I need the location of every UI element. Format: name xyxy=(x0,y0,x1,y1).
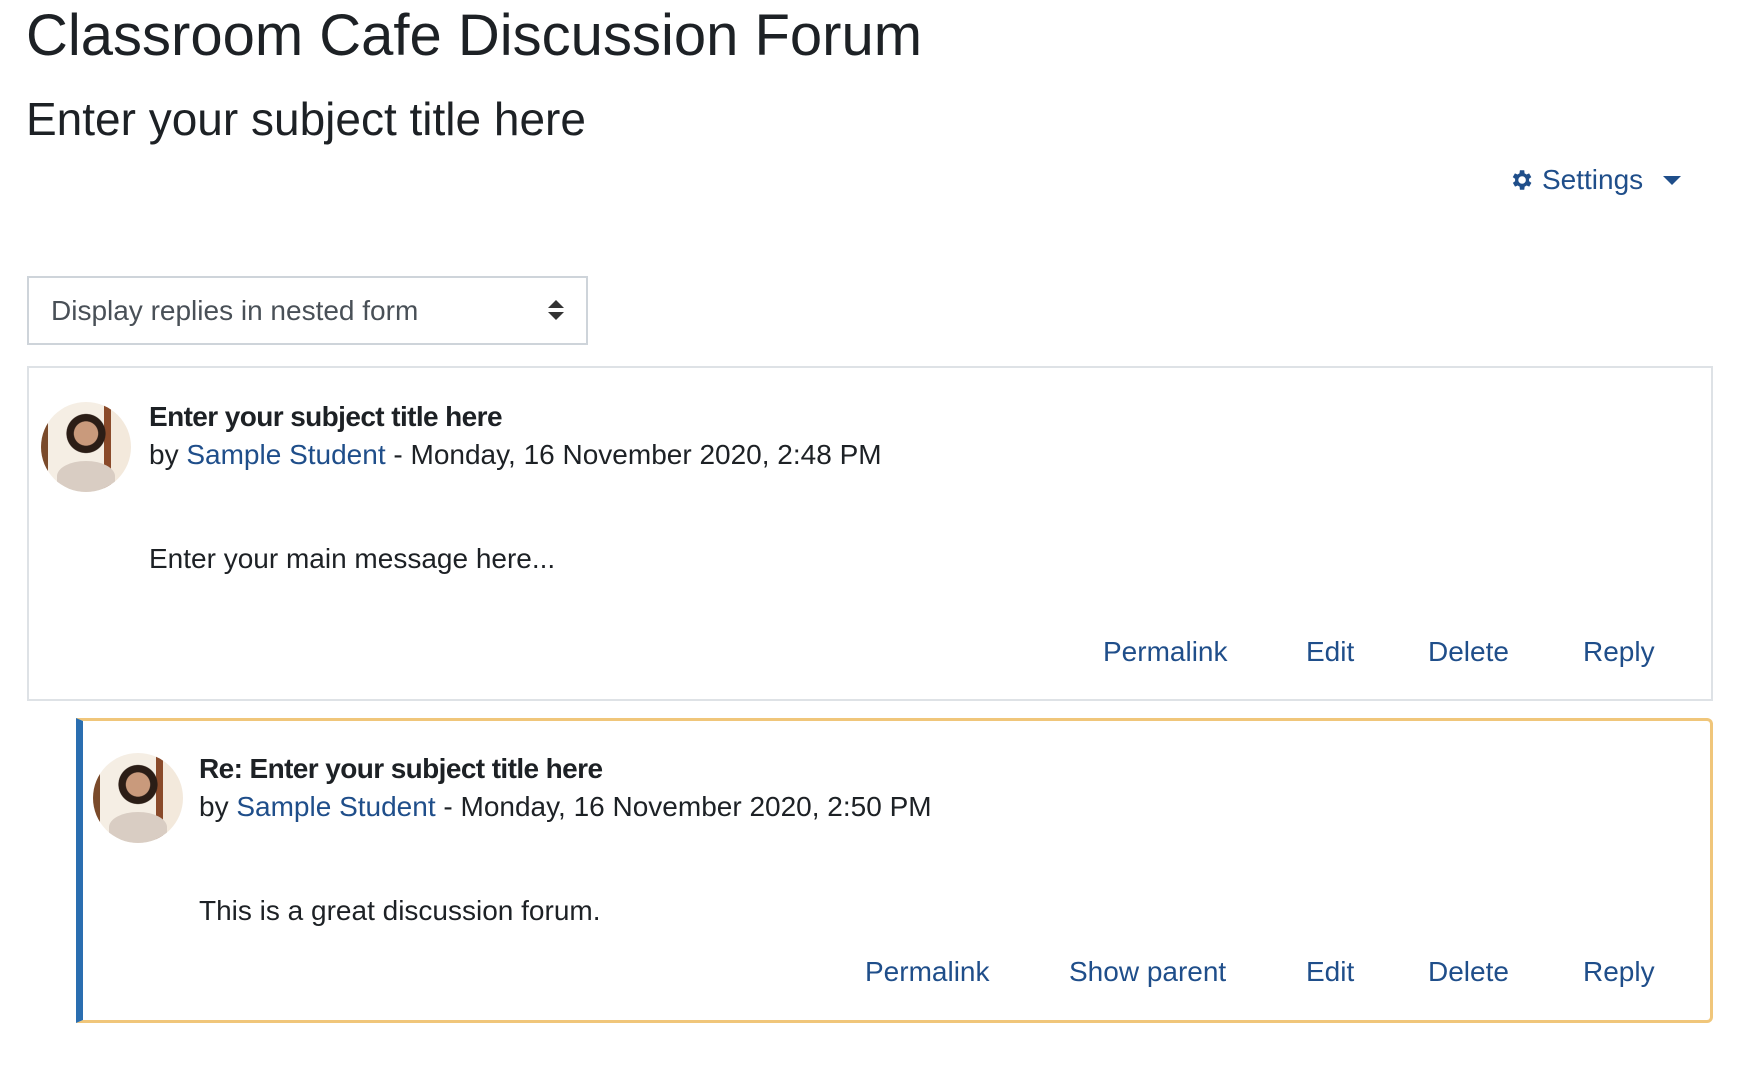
permalink-link[interactable]: Permalink xyxy=(1103,636,1227,668)
discussion-title: Enter your subject title here xyxy=(26,93,586,145)
reply-link[interactable]: Reply xyxy=(1583,956,1655,988)
select-arrows-icon xyxy=(548,300,564,320)
author-link[interactable]: Sample Student xyxy=(236,791,435,822)
post-date: - Monday, 16 November 2020, 2:48 PM xyxy=(393,439,882,470)
by-label: by xyxy=(199,791,229,822)
settings-label: Settings xyxy=(1542,164,1644,195)
avatar[interactable] xyxy=(93,753,183,843)
delete-link[interactable]: Delete xyxy=(1428,636,1509,668)
post-message: This is a great discussion forum. xyxy=(199,895,601,926)
display-mode-select[interactable]: Display replies in nested form xyxy=(27,276,588,345)
post-date: - Monday, 16 November 2020, 2:50 PM xyxy=(443,791,932,822)
delete-link[interactable]: Delete xyxy=(1428,956,1509,988)
post-subject: Enter your subject title here xyxy=(149,401,503,432)
avatar[interactable] xyxy=(41,402,131,492)
page-title: Classroom Cafe Discussion Forum xyxy=(26,3,923,68)
gear-icon xyxy=(1512,170,1532,190)
display-mode-value: Display replies in nested form xyxy=(51,294,419,326)
post-message: Enter your main message here... xyxy=(149,543,556,574)
author-link[interactable]: Sample Student xyxy=(186,439,385,470)
caret-down-icon xyxy=(1663,175,1682,185)
show-parent-link[interactable]: Show parent xyxy=(1069,956,1226,988)
edit-link[interactable]: Edit xyxy=(1306,956,1354,988)
settings-menu-button[interactable]: Settings xyxy=(1508,164,1682,196)
edit-link[interactable]: Edit xyxy=(1306,636,1354,668)
post-byline: by Sample Student - Monday, 16 November … xyxy=(149,439,882,471)
by-label: by xyxy=(149,439,179,470)
post-subject: Re: Enter your subject title here xyxy=(199,753,603,784)
post-byline: by Sample Student - Monday, 16 November … xyxy=(199,791,932,823)
reply-link[interactable]: Reply xyxy=(1583,636,1655,668)
permalink-link[interactable]: Permalink xyxy=(865,956,989,988)
